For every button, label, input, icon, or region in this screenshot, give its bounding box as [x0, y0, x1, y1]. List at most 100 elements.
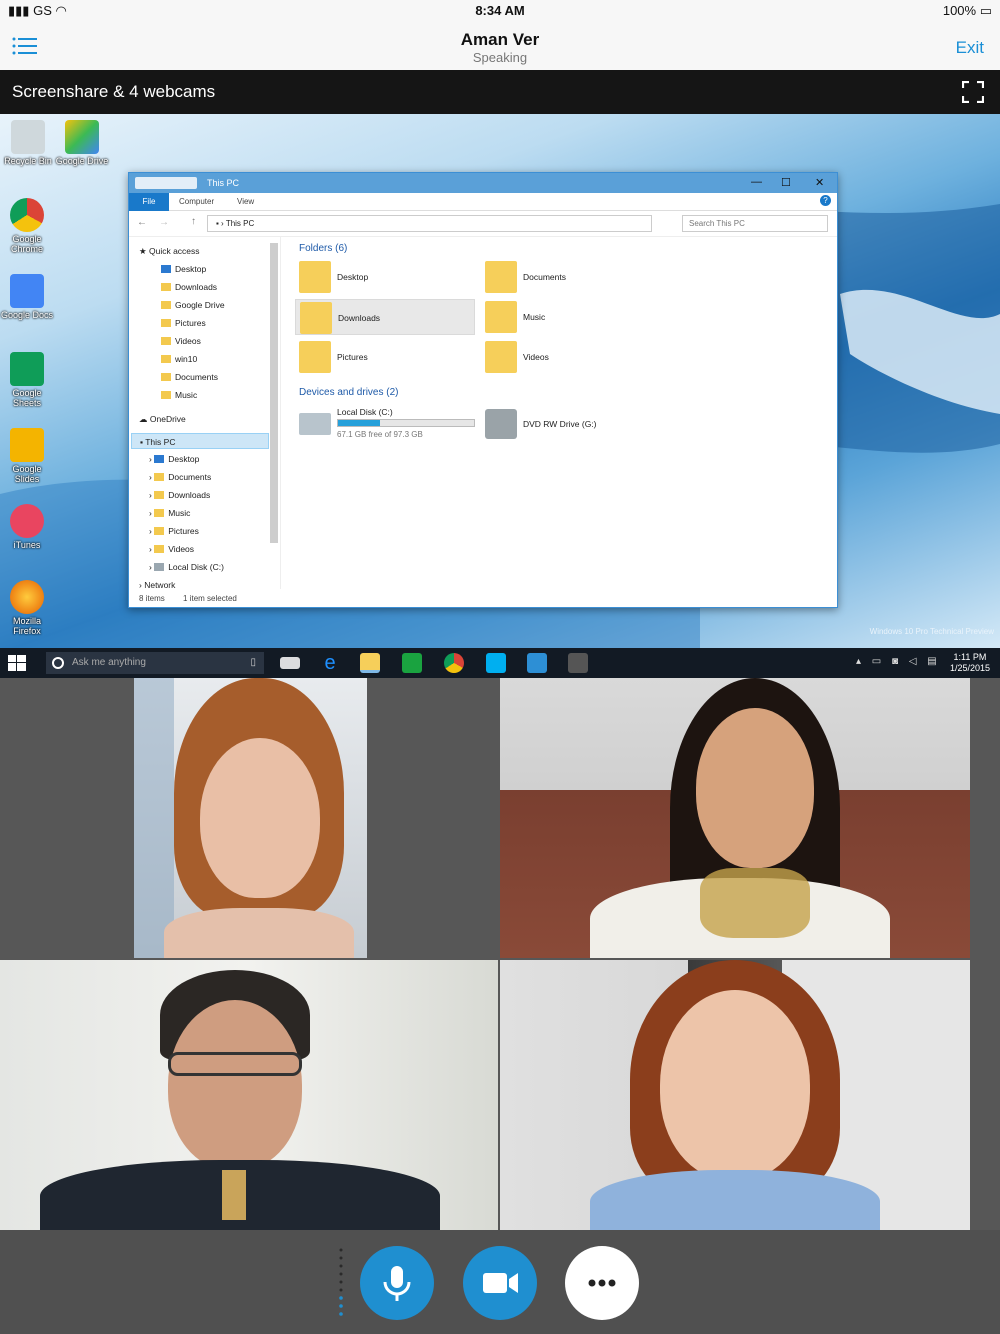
google-docs-icon[interactable]: Google Docs: [0, 274, 54, 320]
battery-indicator: 100% ▭: [942, 3, 992, 18]
internet-explorer-icon[interactable]: e: [320, 653, 340, 673]
back-arrow-icon[interactable]: ←: [137, 217, 147, 228]
chrome-taskbar-icon[interactable]: [444, 653, 464, 673]
more-options-button[interactable]: [565, 1246, 639, 1320]
maximize-icon[interactable]: ☐: [781, 176, 791, 189]
office-icon[interactable]: [568, 653, 588, 673]
recycle-bin-icon[interactable]: Recycle Bin: [1, 120, 55, 166]
nav-item[interactable]: › Videos: [149, 541, 194, 557]
explorer-status-bar: 8 items 1 item selected: [129, 591, 839, 607]
video-button[interactable]: [463, 1246, 537, 1320]
drive-c-usage-bar: [337, 419, 475, 427]
google-slides-icon[interactable]: Google Slides: [0, 428, 54, 484]
face: [200, 738, 320, 898]
drive-icon: [299, 413, 331, 435]
nav-item[interactable]: Music: [161, 387, 197, 403]
system-tray-icons[interactable]: ▴ ▭ ◙ ◁ ▤: [856, 656, 941, 667]
close-icon[interactable]: ✕: [815, 176, 824, 189]
call-controls: [0, 1230, 1000, 1334]
tab-file[interactable]: File: [129, 193, 169, 211]
navigation-pane: ★ Quick access Desktop Downloads Google …: [129, 237, 281, 589]
webcam-participant-2[interactable]: [500, 678, 970, 958]
nav-item[interactable]: Desktop: [161, 261, 206, 277]
folder-tile-selected[interactable]: Downloads: [295, 299, 475, 335]
nav-item[interactable]: › Downloads: [149, 487, 210, 503]
shared-screen: Recycle Bin Google Drive Google Chrome G…: [0, 114, 1000, 648]
window-frame: [134, 678, 174, 958]
nav-item[interactable]: Downloads: [161, 279, 217, 295]
item-count: 8 items: [139, 594, 165, 603]
nav-item-this-pc[interactable]: ▪ This PC: [131, 433, 269, 449]
forward-arrow-icon[interactable]: →: [159, 217, 169, 228]
nav-item[interactable]: win10: [161, 351, 197, 367]
photos-icon[interactable]: [527, 653, 547, 673]
folder-tile[interactable]: Desktop: [295, 259, 475, 295]
cortana-icon: [52, 657, 64, 669]
fullscreen-icon[interactable]: [962, 81, 984, 103]
search-input[interactable]: Search This PC: [682, 215, 828, 232]
nav-item[interactable]: Google Drive: [161, 297, 225, 313]
nav-item[interactable]: › Local Disk (C:): [149, 559, 224, 575]
file-explorer-taskbar-icon[interactable]: [360, 653, 380, 673]
nav-item-onedrive[interactable]: ☁ OneDrive: [139, 411, 186, 427]
drive-c-free: 67.1 GB free of 97.3 GB: [337, 430, 423, 439]
content-pane: Folders (6) Desktop Documents Downloads …: [289, 237, 834, 589]
folder-icon: [485, 261, 517, 293]
nav-item[interactable]: Pictures: [161, 315, 206, 331]
google-drive-icon[interactable]: Google Drive: [55, 120, 109, 166]
folder-tile[interactable]: Documents: [481, 259, 661, 295]
firefox-icon[interactable]: Mozilla Firefox: [0, 580, 54, 636]
google-chrome-icon[interactable]: Google Chrome: [0, 198, 54, 254]
folder-icon: [300, 302, 332, 334]
quick-access-toolbar-icon[interactable]: [135, 177, 197, 189]
webcam-grid: [0, 678, 1000, 1230]
microphone-icon: [383, 1266, 411, 1301]
nav-item[interactable]: Documents: [161, 369, 218, 385]
nav-item[interactable]: Videos: [161, 333, 201, 349]
folder-icon: [485, 341, 517, 373]
explorer-ribbon: File Computer View ?: [129, 193, 837, 211]
help-icon[interactable]: ?: [820, 195, 831, 206]
caller-status: Speaking: [472, 50, 528, 65]
cortana-search-input[interactable]: Ask me anything ▯: [46, 652, 264, 674]
nav-item-network[interactable]: › Network: [139, 577, 175, 589]
shoulders: [164, 908, 354, 958]
drive-c-tile[interactable]: Local Disk (C:) 67.1 GB free of 97.3 GB: [295, 405, 475, 445]
webcam-participant-1[interactable]: [134, 678, 367, 958]
drive-g-tile[interactable]: DVD RW Drive (G:): [481, 405, 661, 445]
scarf: [700, 868, 810, 938]
itunes-icon[interactable]: iTunes: [0, 504, 54, 550]
nav-item[interactable]: › Documents: [149, 469, 211, 485]
webcam-participant-4[interactable]: [500, 960, 970, 1230]
tab-view[interactable]: View: [237, 197, 254, 206]
tab-computer[interactable]: Computer: [179, 197, 214, 206]
mute-button[interactable]: [360, 1246, 434, 1320]
microphone-icon[interactable]: ▯: [250, 652, 256, 674]
exit-button[interactable]: Exit: [956, 38, 984, 58]
folder-tile[interactable]: Pictures: [295, 339, 475, 375]
google-sheets-icon[interactable]: Google Sheets: [0, 352, 54, 408]
drive-g-name: DVD RW Drive (G:): [523, 419, 597, 429]
skype-icon[interactable]: [486, 653, 506, 673]
folder-icon: [485, 301, 517, 333]
nav-item[interactable]: › Pictures: [149, 523, 199, 539]
devices-header: Devices and drives (2): [299, 387, 399, 398]
nav-item[interactable]: › Desktop: [149, 451, 199, 467]
folder-tile[interactable]: Music: [481, 299, 661, 335]
navigation-bar: Aman Ver Speaking Exit: [0, 22, 1000, 70]
minimize-icon[interactable]: —: [751, 176, 762, 188]
webcam-participant-3[interactable]: [0, 960, 498, 1230]
folder-tile[interactable]: Videos: [481, 339, 661, 375]
taskbar-clock[interactable]: 1:11 PM 1/25/2015: [950, 652, 990, 674]
nav-item-quick-access[interactable]: ★ Quick access: [139, 243, 200, 259]
store-icon[interactable]: [402, 653, 422, 673]
task-view-icon[interactable]: [280, 657, 300, 669]
windows-start-icon[interactable]: [8, 655, 26, 671]
nav-scrollbar[interactable]: [270, 243, 278, 543]
page-indicator-icon[interactable]: [338, 1246, 344, 1320]
nav-item[interactable]: › Music: [149, 505, 190, 521]
drive-c-name: Local Disk (C:): [337, 407, 393, 417]
up-arrow-icon[interactable]: ↑: [191, 216, 196, 227]
address-bar[interactable]: ▪ › This PC: [207, 215, 652, 232]
os-watermark: Windows 10 Pro Technical Preview: [869, 627, 994, 636]
